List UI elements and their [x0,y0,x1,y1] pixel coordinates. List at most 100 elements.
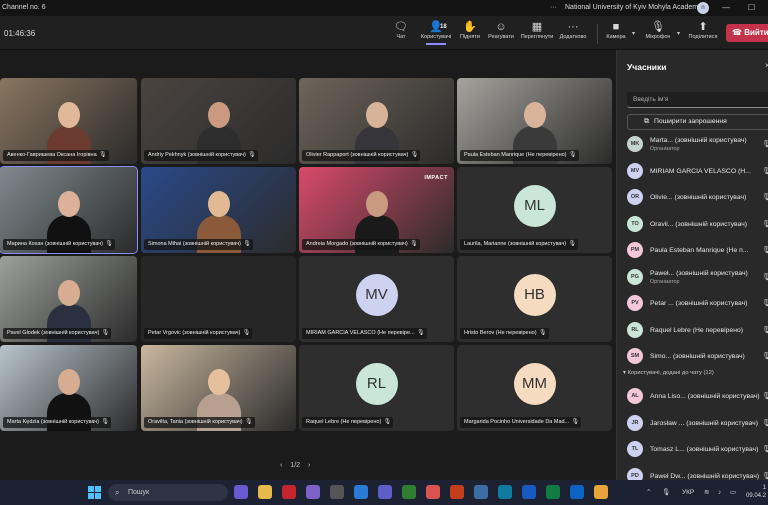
participant-row[interactable]: PG Paweł... (зовнішній користувач) Організ… [627,267,768,289]
title-bar: Channel no. 6 ··· National University of… [0,0,768,16]
meeting-timer: 01:46:36 [4,29,36,38]
participant-row[interactable]: OR Olivie... (зовнішній користувач) 🎙 [627,187,768,209]
leave-button[interactable]: ☎ Вийти [726,24,768,42]
mic-muted-icon: 🎙 [101,330,110,336]
video-tile[interactable]: Pavel Głodek (зовнішній користувач) 🎙 [0,256,137,342]
participant-name: Jarosław ... (зовнішній користувач) [650,419,758,427]
video-tile[interactable]: MV MIRIAM GARCIA VELASCO (Не перевіре... 🎙 [299,256,454,342]
office-icon[interactable] [426,485,440,499]
video-tile[interactable]: Марина Кохан (зовнішній користувач) 🎙 [0,166,138,254]
video-tile[interactable]: Paula Esteban Manrique (Не перевірено) 🎙 [457,78,612,164]
chat-users-section-header[interactable]: ▾ Користувачі, додані до чату (12) [623,370,714,376]
start-button[interactable] [88,486,101,499]
volume-icon[interactable]: ♪ [718,480,721,505]
phone-icon: ☎ [732,28,745,37]
participant-row[interactable]: MV MIRIAM GARCIA VELASCO (H... 🎙 [627,161,768,183]
mic-muted-icon: 🎙 [105,241,114,247]
video-tile[interactable]: ML Laurila, Marianne (зовнішній користува… [457,167,612,253]
camera-icon: ■ [612,21,620,33]
video-tile[interactable]: Oravilta, Tania (зовнішній користувач) 🎙 [141,345,296,431]
video-tile[interactable]: Andriy Pekhnyk (зовнішній користувач) 🎙 [141,78,296,164]
video-tile[interactable]: MM Margarida Pocinho Universidade Da Mad.… [457,345,612,431]
participant-avatar: PG [627,268,643,285]
mic-muted-icon: 🎙 [568,241,577,247]
chrome-icon[interactable] [594,485,608,499]
next-page-button[interactable]: › [308,462,310,469]
participant-name-label: Marta Kędzia (зовнішній користувач) 🎙 [3,417,111,428]
participant-avatar: MV [355,274,398,316]
mic-muted-icon: 🎙 [762,247,768,254]
user-avatar[interactable]: n [697,2,709,14]
excel-icon[interactable] [546,485,560,499]
participant-row[interactable]: JR Jarosław ... (зовнішній користувач) 🎙 [627,413,768,435]
participant-role: Організатор [650,278,680,285]
participant-search-input[interactable]: Введіть ім'я [627,92,768,108]
more-options-icon[interactable]: ··· [550,0,557,16]
video-tile[interactable]: HB Hristo Berov (Не перевірено) 🎙 [457,256,612,342]
view-button[interactable]: ▦ Переглянути [517,20,557,40]
viber-icon[interactable] [306,485,320,499]
minimize-button[interactable]: — [722,0,730,16]
participant-avatar: RL [355,363,398,405]
participant-row[interactable]: TO Oravii... (зовнішній користувач) 🎙 [627,214,768,236]
participant-name: Andriy Pekhnyk (зовнішній користувач) [148,152,246,158]
participant-name-label: Авенко-Гавришева Оксана Ігорівна 🎙 [3,150,109,161]
teams-icon[interactable] [378,485,392,499]
participant-row[interactable]: MK Marta... (зовнішній користувач) Організ… [627,134,768,156]
app-icon[interactable] [570,485,584,499]
participant-avatar: TO [627,215,643,232]
participant-name: Marta... (зовнішній користувач) [650,137,747,144]
video-tile[interactable]: RL Raquel Lebre (Не перевірено) 🎙 [299,345,454,431]
acrobat-icon[interactable] [282,485,296,499]
mic-muted-icon: 🎙 [101,419,109,425]
tray-overflow-icon[interactable]: ⌃ [646,480,651,505]
maximize-button[interactable]: ☐ [748,0,755,16]
wifi-icon[interactable]: ≋ [704,480,709,505]
participant-name-label: Olivier Rappaport (зовнішній користувач)… [302,150,421,161]
store-icon[interactable] [402,485,416,499]
mic-options-chevron-icon[interactable]: ▾ [677,30,680,37]
mic-tray-icon[interactable]: 🎙 [662,480,670,505]
widgets-app-icon[interactable] [234,485,248,499]
battery-icon[interactable]: ▭ [730,480,736,505]
participant-row[interactable]: PM Paula Esteban Manrique (Не п... 🎙 [627,240,768,262]
video-tile[interactable]: Авенко-Гавришева Оксана Ігорівна 🎙 [0,78,137,164]
share-invite-button[interactable]: ⧉ Поширити запрошення [627,114,768,130]
video-tile[interactable]: Marta Kędzia (зовнішній користувач) 🎙 [0,345,137,431]
chat-button[interactable]: 🗨 Чат [381,20,421,40]
background-logo-text: IMPACT [424,175,448,181]
word-icon[interactable] [522,485,536,499]
more-apps-button[interactable]: ··· Додатково [553,20,593,40]
file-explorer-icon[interactable] [258,485,272,499]
video-tile[interactable]: IMPACT Andreia Morgado (зовнішній користу… [299,167,454,253]
react-button[interactable]: ☺ Реагувати [481,20,521,40]
participant-row[interactable]: PV Petar ... (зовнішній користувач) 🎙 [627,293,768,315]
powerpoint-icon[interactable] [450,485,464,499]
mic-button[interactable]: 🎙 Мікрофон [638,20,678,40]
participant-row[interactable]: TL Tomasz L... (зовнішній користувач) 🎙 [627,439,768,461]
mic-muted-icon: 🎙 [248,152,256,158]
participant-avatar: OR [627,189,643,205]
people-count: 18 [440,24,447,30]
video-tile[interactable]: Simona Mihai (зовнішній користувач) 🎙 [141,167,296,253]
share-button[interactable]: ⬆ Поділитися [683,20,723,40]
video-tile[interactable]: Olivier Rappaport (зовнішній користувач)… [299,78,454,164]
mic-muted-icon: 🎙 [245,419,253,425]
smiley-icon: ☺ [495,21,507,33]
search-icon: ⌕ [115,488,120,497]
skype-icon[interactable] [354,485,368,499]
previous-page-button[interactable]: ‹ [280,462,282,469]
taskbar-search-box[interactable]: ⌕ Пошук [108,484,228,501]
participant-row[interactable]: AL Anna Liso... (зовнішній користувач) 🎙 [627,386,768,408]
participant-row[interactable]: RL Raquel Lebre (Не перевірено) 🎙 [627,320,768,342]
camera-options-chevron-icon[interactable]: ▾ [632,30,635,37]
app-icon[interactable] [330,485,344,499]
edge-icon[interactable] [498,485,512,499]
camera-button[interactable]: ■ Камера [596,20,636,40]
language-indicator[interactable]: УКР [682,480,694,505]
mic-muted-icon: 🎙 [383,419,392,425]
video-tile[interactable]: Petar Vrgovic (зовнішній користувач) 🎙 [141,256,296,342]
system-clock[interactable]: 1 09.04.2 [746,484,766,500]
participant-row[interactable]: SM Simo... (зовнішній користувач) 🎙 [627,346,768,368]
app-icon[interactable] [474,485,488,499]
